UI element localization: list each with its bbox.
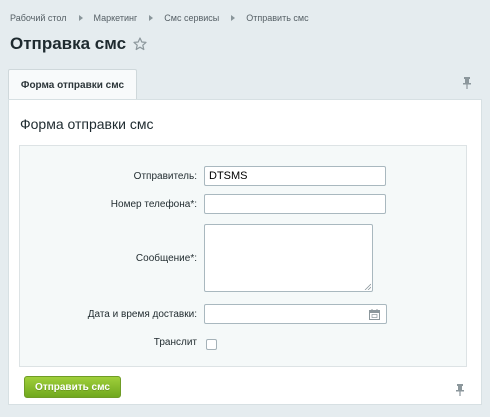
calendar-icon[interactable]: [369, 309, 380, 320]
breadcrumb-item-marketing[interactable]: Маркетинг: [94, 13, 138, 23]
send-sms-button[interactable]: Отправить смс: [24, 376, 121, 398]
form-card: Форма отправки смс Отправитель: Номер те…: [8, 99, 482, 405]
breadcrumb-item-desktop[interactable]: Рабочий стол: [10, 13, 67, 23]
sender-label: Отправитель:: [133, 171, 197, 182]
breadcrumb: Рабочий стол Маркетинг Смс сервисы Отпра…: [10, 13, 309, 23]
star-icon[interactable]: [133, 37, 147, 51]
pin-icon[interactable]: [455, 384, 465, 396]
chevron-right-icon: [149, 15, 154, 21]
sender-field[interactable]: [204, 166, 386, 186]
page-title-row: Отправка смс: [10, 34, 147, 54]
phone-label: Номер телефона*:: [110, 199, 197, 210]
chevron-right-icon: [78, 15, 83, 21]
page-title: Отправка смс: [10, 34, 127, 53]
translit-checkbox[interactable]: [206, 339, 217, 350]
phone-field[interactable]: [204, 194, 386, 214]
datetime-field[interactable]: [204, 304, 387, 324]
datetime-label: Дата и время доставки:: [87, 309, 197, 320]
tabs-bar: Форма отправки смс: [8, 69, 482, 100]
message-label: Сообщение*:: [135, 253, 197, 264]
form-panel: Отправитель: Номер телефона*: Сообщение*…: [19, 145, 467, 367]
resize-grip-icon[interactable]: [364, 283, 371, 290]
chevron-right-icon: [231, 15, 236, 21]
breadcrumb-item-sms-services[interactable]: Смс сервисы: [164, 13, 219, 23]
card-title: Форма отправки смс: [20, 116, 154, 132]
breadcrumb-item-send-sms[interactable]: Отправить смс: [246, 13, 308, 23]
tab-sms-form[interactable]: Форма отправки смс: [8, 69, 137, 100]
pin-icon[interactable]: [462, 77, 472, 89]
translit-label: Транслит: [153, 337, 197, 348]
message-textarea[interactable]: [204, 224, 373, 292]
